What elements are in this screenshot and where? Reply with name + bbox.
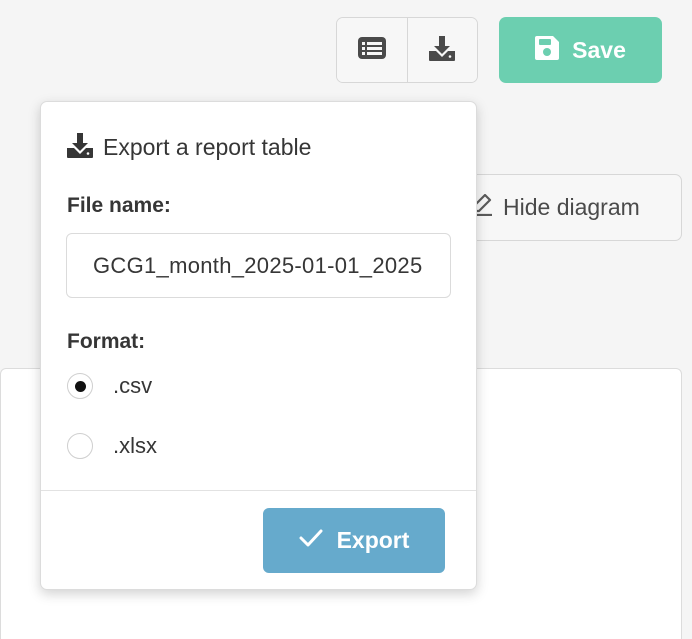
format-option-xlsx[interactable]: .xlsx: [67, 433, 157, 459]
floppy-disk-icon: [535, 35, 560, 65]
export-button-label: Export: [336, 527, 410, 553]
csv-radio[interactable]: [67, 373, 93, 399]
checkmark-icon: [299, 529, 323, 552]
hide-diagram-label: Hide diagram: [503, 194, 640, 220]
save-button[interactable]: Save: [499, 17, 662, 83]
download-icon: [67, 132, 93, 163]
file-name-label: File name:: [67, 194, 171, 217]
popover-divider: [41, 490, 476, 491]
save-button-label: Save: [572, 36, 626, 63]
download-button[interactable]: [406, 18, 477, 82]
export-popover: Export a report table File name: Format:…: [40, 101, 477, 590]
xlsx-radio[interactable]: [67, 433, 93, 459]
export-popover-title: Export a report table: [103, 134, 312, 160]
format-option-csv[interactable]: .csv: [67, 373, 152, 399]
xlsx-option-label: .xlsx: [113, 433, 157, 458]
format-label: Format:: [67, 330, 146, 353]
csv-option-label: .csv: [113, 373, 153, 398]
list-view-button[interactable]: [337, 18, 407, 82]
view-toolbar: [336, 17, 478, 83]
list-icon: [357, 36, 386, 64]
page: Save Hide diagram Export a report table …: [0, 0, 692, 639]
export-button[interactable]: Export: [263, 508, 445, 573]
export-popover-header: Export a report table: [67, 132, 311, 163]
file-name-input[interactable]: [66, 233, 451, 298]
download-icon: [429, 35, 456, 66]
